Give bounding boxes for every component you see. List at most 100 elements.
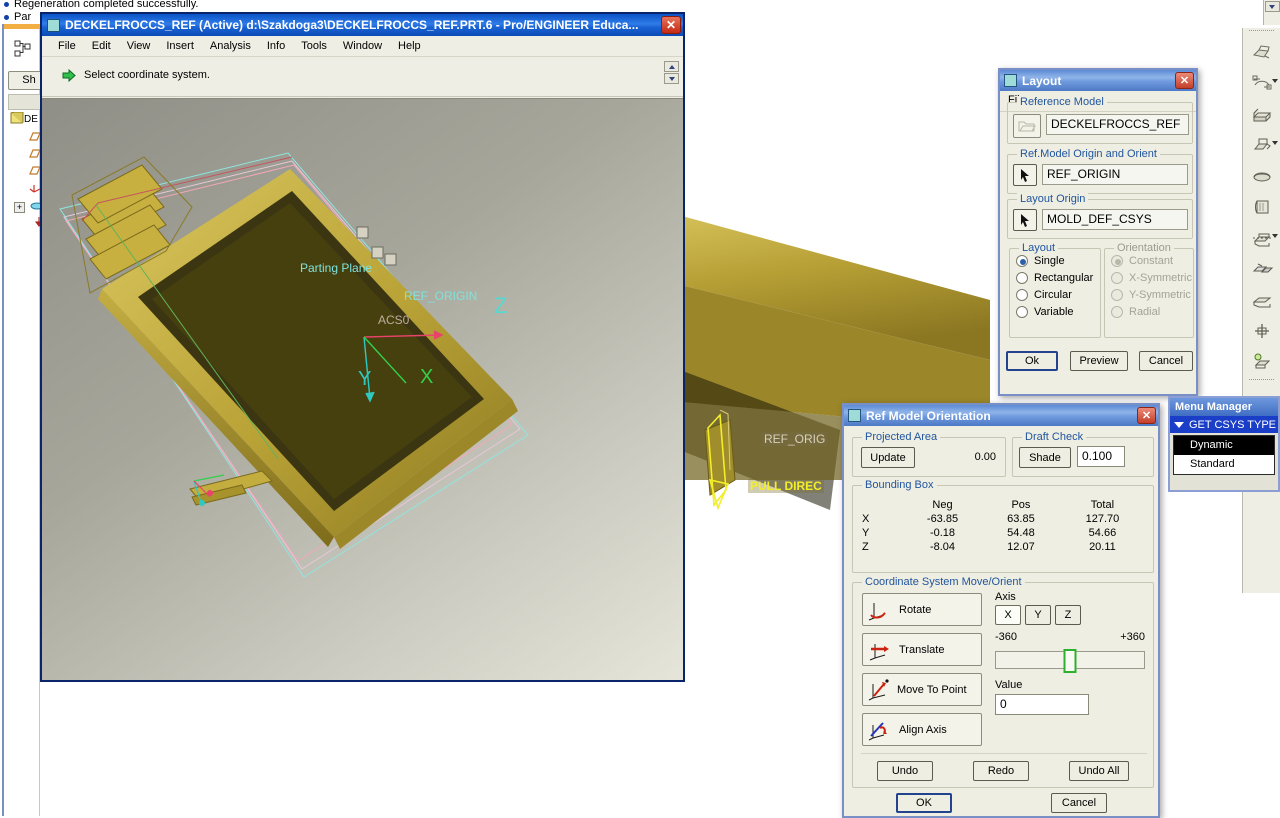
rotate-button[interactable]: Rotate	[862, 593, 982, 626]
cell-pos: 63.85	[1007, 513, 1035, 525]
layout-origin-field[interactable]: MOLD_DEF_CSYS	[1042, 209, 1188, 230]
model-window-titlebar[interactable]: DECKELFROCCS_REF (Active) d:\Szakdoga3\D…	[42, 14, 683, 36]
draft-check-field[interactable]: 0.100	[1077, 446, 1125, 467]
model-tree-icon[interactable]	[12, 38, 34, 60]
chevron-down-icon[interactable]	[1272, 234, 1278, 238]
ref-model-origin-group: Ref.Model Origin and Orient REF_ORIGIN	[1007, 148, 1193, 194]
toolbar-divider	[1249, 30, 1274, 34]
scroll-up-icon[interactable]	[664, 61, 679, 72]
message-text: Par	[14, 11, 32, 23]
col-neg: Neg	[932, 499, 953, 511]
chevron-down-icon[interactable]	[1174, 421, 1184, 428]
select-arrow-icon[interactable]	[1013, 164, 1037, 186]
part-geometry	[59, 152, 529, 578]
layout-cancel-button[interactable]: Cancel	[1139, 351, 1193, 371]
axis-label: Z	[862, 541, 869, 553]
model-window[interactable]: DECKELFROCCS_REF (Active) d:\Szakdoga3\D…	[40, 12, 685, 682]
group-label: Layout Origin	[1017, 193, 1089, 205]
extract-icon[interactable]	[1243, 284, 1280, 315]
scroll-down-icon[interactable]	[1264, 1, 1280, 12]
undo-all-button[interactable]: Undo All	[1069, 761, 1129, 781]
menu-item-standard[interactable]: Standard	[1174, 455, 1274, 474]
menu-window[interactable]: Window	[335, 38, 390, 54]
layout-ok-button[interactable]: Ok	[1006, 351, 1058, 371]
mold-assembly-icon[interactable]	[1243, 315, 1280, 346]
graphics-viewport[interactable]: Parting Plane REF_ORIGIN ACS0 Z X Y	[42, 98, 683, 680]
chevron-down-icon[interactable]	[1272, 141, 1278, 145]
model-window-menubar[interactable]: File Edit View Insert Analysis Info Tool…	[42, 36, 683, 57]
menu-view[interactable]: View	[119, 38, 159, 54]
radio-layout-circular[interactable]: Circular	[1016, 289, 1072, 301]
value-field[interactable]: 0	[995, 694, 1089, 715]
chevron-down-icon[interactable]	[1272, 79, 1278, 83]
workpiece-icon[interactable]	[1243, 98, 1280, 129]
orientation-dialog-titlebar[interactable]: Ref Model Orientation ✕	[844, 405, 1158, 426]
close-icon[interactable]: ✕	[661, 16, 681, 34]
menu-help[interactable]: Help	[390, 38, 429, 54]
mold-layout-icon[interactable]	[1243, 346, 1280, 377]
radio-layout-variable[interactable]: Variable	[1016, 306, 1074, 318]
menu-tools[interactable]: Tools	[293, 38, 335, 54]
undo-button[interactable]: Undo	[877, 761, 933, 781]
layout-preview-button[interactable]: Preview	[1070, 351, 1128, 371]
radio-label: X-Symmetric	[1129, 272, 1192, 284]
left-toolbar-and-tree: Sh DE +	[2, 24, 54, 816]
cell-total: 127.70	[1085, 513, 1120, 525]
rotation-slider[interactable]	[995, 649, 1145, 673]
orientation-ok-button[interactable]: OK	[896, 793, 952, 813]
right-toolbar[interactable]	[1242, 28, 1280, 593]
cell-total: 20.11	[1089, 541, 1116, 553]
message-scrollbar[interactable]	[663, 60, 680, 94]
axis-z-button[interactable]: Z	[1055, 605, 1081, 625]
close-icon[interactable]: ✕	[1137, 407, 1156, 424]
orientation-cancel-button[interactable]: Cancel	[1051, 793, 1107, 813]
mold-split-icon[interactable]	[1243, 222, 1280, 253]
reference-model-field[interactable]: DECKELFROCCS_REF	[1046, 114, 1189, 135]
menu-item-dynamic[interactable]: Dynamic	[1174, 436, 1274, 455]
bounding-box-table: Neg Pos Total X -63.85 63.85 127.70 Y -0…	[861, 498, 1147, 554]
close-icon[interactable]: ✕	[1175, 72, 1194, 89]
table-row: Y -0.18 54.48 54.66	[861, 526, 1147, 540]
menu-edit[interactable]: Edit	[84, 38, 119, 54]
menu-info[interactable]: Info	[259, 38, 293, 54]
axis-y-button[interactable]: Y	[1025, 605, 1051, 625]
message-scrollbar[interactable]	[1263, 0, 1280, 25]
radio-layout-single[interactable]: Single	[1016, 255, 1065, 267]
align-axis-icon	[868, 721, 887, 740]
axis-x-button[interactable]: X	[995, 605, 1021, 625]
group-label: Reference Model	[1017, 96, 1107, 108]
menu-manager-title: Menu Manager	[1170, 398, 1278, 416]
menu-analysis[interactable]: Analysis	[202, 38, 259, 54]
split-volume-icon[interactable]	[1243, 67, 1280, 98]
menu-manager-header[interactable]: GET CSYS TYPE	[1170, 416, 1278, 433]
col-total: Total	[1090, 499, 1115, 511]
open-folder-icon[interactable]	[1013, 114, 1041, 138]
move-to-point-button[interactable]: Move To Point	[862, 673, 982, 706]
silhouette-curve-icon[interactable]	[1243, 160, 1280, 191]
tree-expand-icon[interactable]: +	[14, 202, 25, 213]
radio-layout-rectangular[interactable]: Rectangular	[1016, 272, 1093, 284]
shade-button[interactable]: Shade	[1019, 447, 1071, 468]
scroll-down-icon[interactable]	[664, 73, 679, 84]
menu-file[interactable]: File	[50, 38, 84, 54]
parting-surface-icon[interactable]	[1243, 191, 1280, 222]
mold-volume-icon[interactable]	[1243, 36, 1280, 67]
ref-origin-field[interactable]: REF_ORIGIN	[1042, 164, 1188, 185]
menu-manager-list[interactable]: Dynamic Standard	[1173, 435, 1275, 475]
update-button[interactable]: Update	[861, 447, 915, 468]
menu-manager-panel[interactable]: Menu Manager GET CSYS TYPE Dynamic Stand…	[1168, 396, 1280, 492]
slider-thumb[interactable]	[1063, 649, 1077, 673]
layout-dialog[interactable]: Layout ✕ File Reference Model DECKELFROC…	[998, 68, 1198, 396]
mold-component-icon[interactable]	[1243, 129, 1280, 160]
layout-dialog-titlebar[interactable]: Layout ✕	[1000, 70, 1196, 91]
menu-insert[interactable]: Insert	[158, 38, 202, 54]
message-line: Par	[4, 11, 32, 24]
tree-root-item[interactable]: DE	[10, 112, 38, 129]
mold-opening-icon[interactable]	[1243, 253, 1280, 284]
ref-model-orientation-dialog[interactable]: Ref Model Orientation ✕ Projected Area U…	[842, 403, 1160, 818]
translate-button[interactable]: Translate	[862, 633, 982, 666]
redo-button[interactable]: Redo	[973, 761, 1029, 781]
menu-manager-header-label: GET CSYS TYPE	[1189, 418, 1277, 431]
select-arrow-icon[interactable]	[1013, 209, 1037, 231]
align-axis-button[interactable]: Align Axis	[862, 713, 982, 746]
